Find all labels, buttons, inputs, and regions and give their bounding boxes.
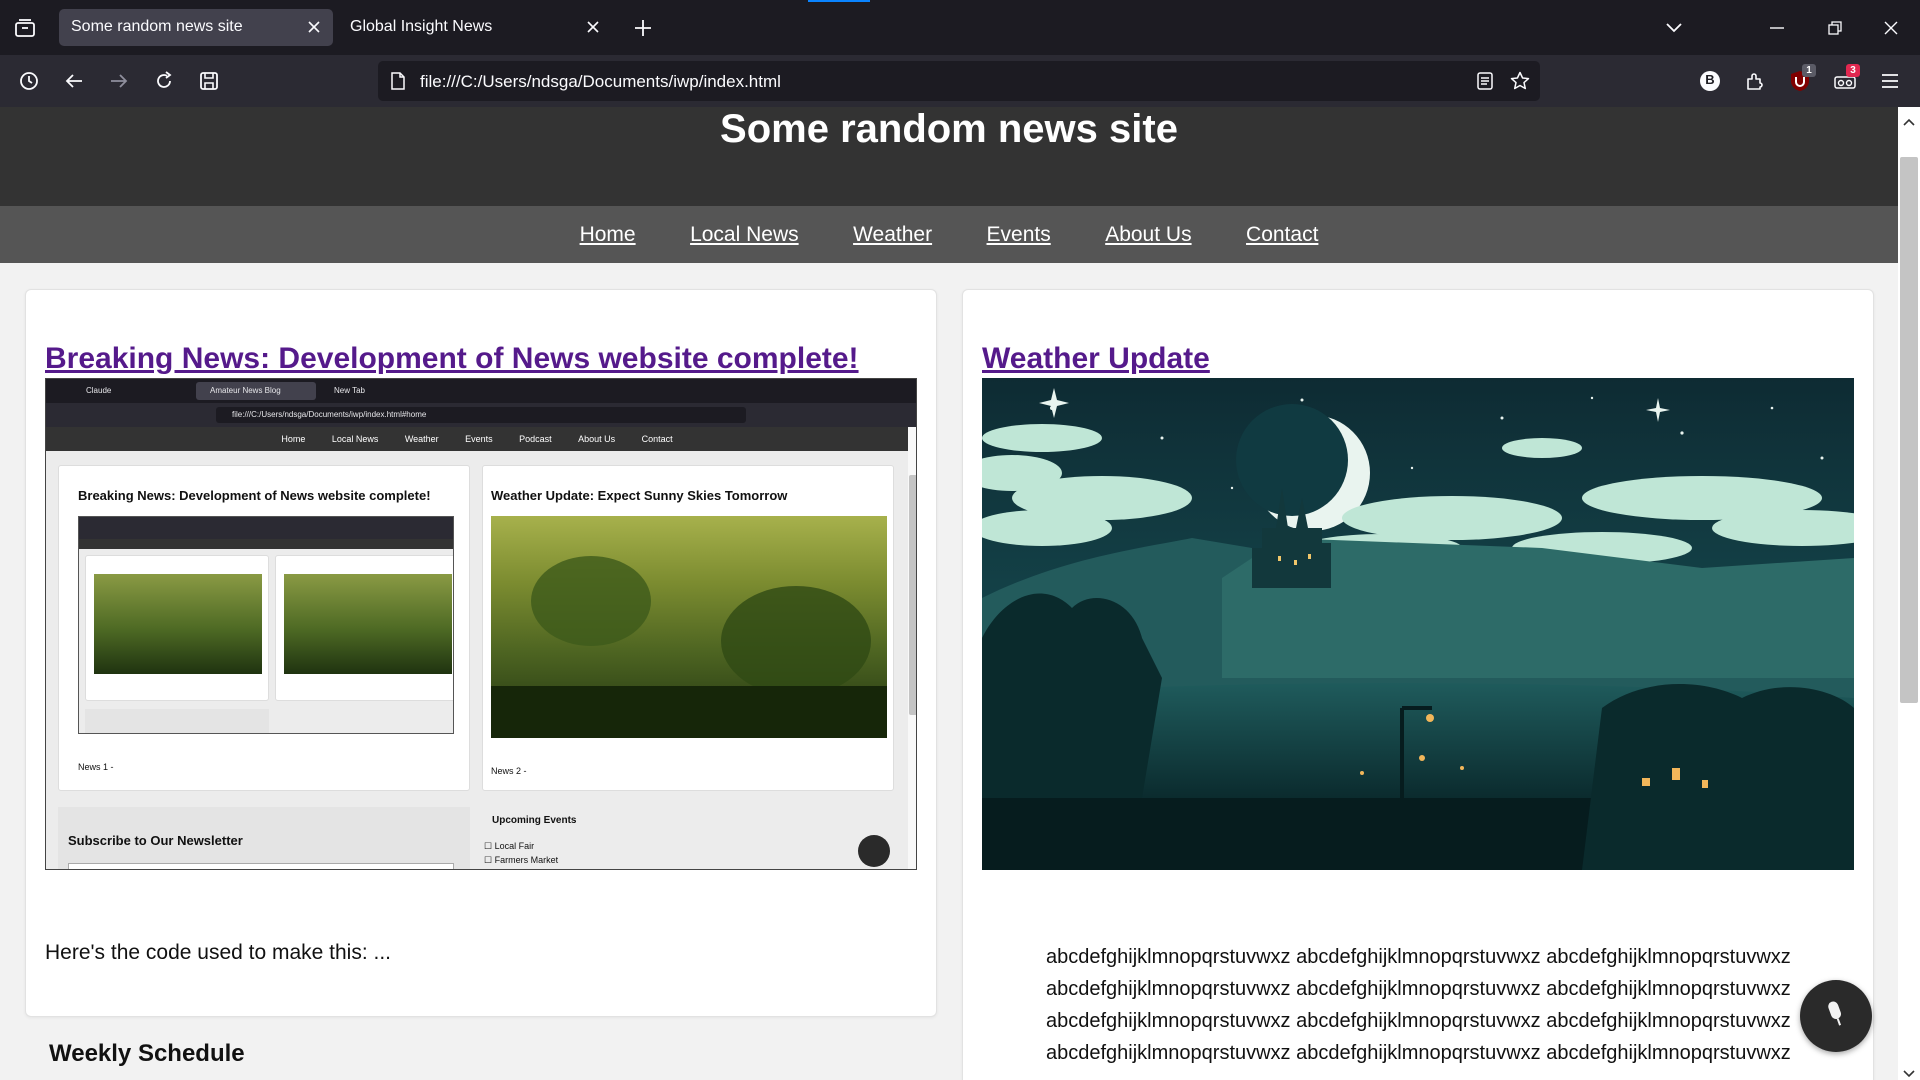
forward-icon[interactable] (106, 68, 132, 94)
article-body-text: Here's the code used to make this: ... (45, 941, 392, 964)
back-icon[interactable] (61, 68, 87, 94)
body-line: abcdefghijklmnopqrstuvwxz abcdefghijklmn… (1046, 946, 1791, 968)
screenshot-news-label: News 2 - (491, 766, 527, 776)
extension-badge: 3 (1846, 64, 1860, 77)
article-card-breaking-news: Breaking News: Development of News websi… (25, 289, 937, 1017)
screenshot-tab-bar: Claude Amateur News Blog New Tab (46, 379, 916, 403)
ublock-badge: 1 (1802, 64, 1816, 77)
extensions-icon[interactable] (1742, 68, 1768, 94)
list-all-tabs-icon[interactable] (1660, 16, 1688, 40)
tab-global-insight-news[interactable]: Global Insight News (338, 9, 612, 46)
screenshot-card-weather: Weather Update: Expect Sunny Skies Tomor… (482, 465, 894, 791)
screenshot-url: file:///C:/Users/ndsga/Documents/iwp/ind… (216, 407, 746, 423)
screenshot-events: Upcoming Events ☐ Local Fair ☐ Farmers M… (482, 799, 894, 869)
restore-icon[interactable] (1820, 16, 1850, 40)
minimize-icon[interactable] (1762, 16, 1792, 40)
body-line: abcdefghijklmnopqrstuvwxz abcdefghijklmn… (1046, 1010, 1791, 1032)
library-icon[interactable] (12, 15, 38, 41)
microphone-icon (1823, 999, 1849, 1034)
screenshot-forest-image (491, 516, 887, 738)
screenshot-nav-item: Events (465, 434, 493, 444)
screenshot-event-item: ☐ Local Fair (484, 841, 535, 851)
nav-link-contact[interactable]: Contact (1246, 206, 1318, 263)
nav-link-local-news[interactable]: Local News (690, 206, 799, 263)
profile-icon[interactable]: B (1697, 68, 1723, 94)
screenshot-news-label: News 1 - (78, 762, 114, 772)
screenshot-tab: Claude (86, 386, 112, 395)
bookmark-star-icon[interactable] (1509, 70, 1531, 92)
close-icon[interactable] (303, 16, 325, 38)
new-tab-icon[interactable] (630, 16, 656, 40)
article-screenshot-image: Claude Amateur News Blog New Tab file://… (45, 378, 917, 870)
tab-activity-indicator (808, 0, 870, 2)
body-line: abcdefghijklmnopqrstuvwxz abcdefghijklmn… (1046, 978, 1791, 1000)
save-page-icon[interactable] (196, 68, 222, 94)
nav-link-about-us[interactable]: About Us (1105, 206, 1191, 263)
page-viewport: Some random news site Home Local News We… (0, 107, 1898, 1080)
screenshot-tab: New Tab (334, 386, 365, 395)
nav-link-weather[interactable]: Weather (853, 206, 932, 263)
screenshot-nav-item: Weather (404, 434, 439, 444)
screenshot-nested-card (275, 555, 453, 701)
close-icon[interactable] (582, 16, 604, 38)
article-heading: Weather Update (982, 342, 1210, 376)
screenshot-card-heading: Weather Update: Expect Sunny Skies Tomor… (491, 488, 788, 503)
scroll-down-icon[interactable] (1903, 1065, 1915, 1080)
browser-tab-bar: Some random news site Global Insight New… (0, 0, 1920, 55)
screenshot-nested-card (85, 555, 269, 701)
screenshot-nav-item: Local News (331, 434, 379, 444)
screenshot-mic-icon (858, 835, 890, 867)
url-bar[interactable]: file:///C:/Users/ndsga/Documents/iwp/ind… (378, 61, 1540, 101)
extension-badge-icon[interactable]: 3 (1830, 64, 1860, 94)
tab-title: Global Insight News (350, 18, 493, 35)
screenshot-newsletter: Subscribe to Our Newsletter (58, 807, 470, 869)
ublock-icon[interactable]: 1 (1786, 64, 1816, 94)
screenshot-nav-item: About Us (578, 434, 616, 444)
screenshot-toolbar: file:///C:/Users/ndsga/Documents/iwp/ind… (46, 403, 916, 427)
tab-some-random-news-site[interactable]: Some random news site (59, 9, 333, 46)
screenshot-newsletter-heading: Subscribe to Our Newsletter (68, 833, 243, 848)
screenshot-scrollbar (908, 427, 916, 869)
article-heading-link[interactable]: Breaking News: Development of News websi… (45, 342, 859, 375)
article-heading: Breaking News: Development of News websi… (45, 342, 859, 376)
article-heading-link[interactable]: Weather Update (982, 342, 1210, 375)
screenshot-nav-item: Podcast (519, 434, 552, 444)
screenshot-nested-image (78, 516, 454, 734)
window-close-icon[interactable] (1876, 16, 1906, 40)
profile-letter: B (1705, 72, 1715, 87)
weekly-schedule-heading: Weekly Schedule (49, 1040, 245, 1067)
screenshot-event-item: ☐ Farmers Market (484, 855, 559, 865)
page-scrollbar[interactable] (1898, 107, 1920, 1080)
body-line: abcdefghijklmnopqrstuvwxz abcdefghijklmn… (1046, 1042, 1791, 1064)
site-title: Some random news site (720, 107, 1178, 151)
reload-icon[interactable] (151, 68, 177, 94)
reader-view-icon[interactable] (1474, 70, 1496, 92)
article-body-text: abcdefghijklmnopqrstuvwxz abcdefghijklmn… (1046, 941, 1806, 1069)
browser-toolbar: file:///C:/Users/ndsga/Documents/iwp/ind… (0, 55, 1920, 107)
screenshot-nav-item: Contact (641, 434, 673, 444)
screenshot-nav-item: Home (281, 434, 306, 444)
scrollbar-thumb[interactable] (1900, 157, 1918, 703)
nav-link-events[interactable]: Events (987, 206, 1051, 263)
scroll-up-icon[interactable] (1903, 113, 1915, 131)
screenshot-card-heading: Breaking News: Development of News websi… (78, 488, 431, 503)
history-icon[interactable] (16, 68, 42, 94)
weather-illustration-image (982, 378, 1854, 870)
site-nav: Home Local News Weather Events About Us … (0, 206, 1898, 263)
hamburger-menu-icon[interactable] (1877, 68, 1903, 94)
nav-link-home[interactable]: Home (580, 206, 636, 263)
screenshot-site-nav: Home Local News Weather Events Podcast A… (46, 427, 908, 451)
screenshot-events-heading: Upcoming Events (492, 815, 577, 826)
site-header: Some random news site (0, 107, 1898, 206)
page-icon (388, 71, 408, 91)
article-card-weather: Weather Update abcdefghijklmnopqrstuvwxz… (962, 289, 1874, 1080)
microphone-button[interactable] (1800, 980, 1872, 1052)
url-text[interactable]: file:///C:/Users/ndsga/Documents/iwp/ind… (420, 72, 781, 92)
screenshot-card-breaking: Breaking News: Development of News websi… (58, 465, 470, 791)
night-landscape-illustration (982, 378, 1854, 870)
tab-title: Some random news site (71, 18, 243, 35)
screenshot-tab: Amateur News Blog (196, 382, 316, 400)
